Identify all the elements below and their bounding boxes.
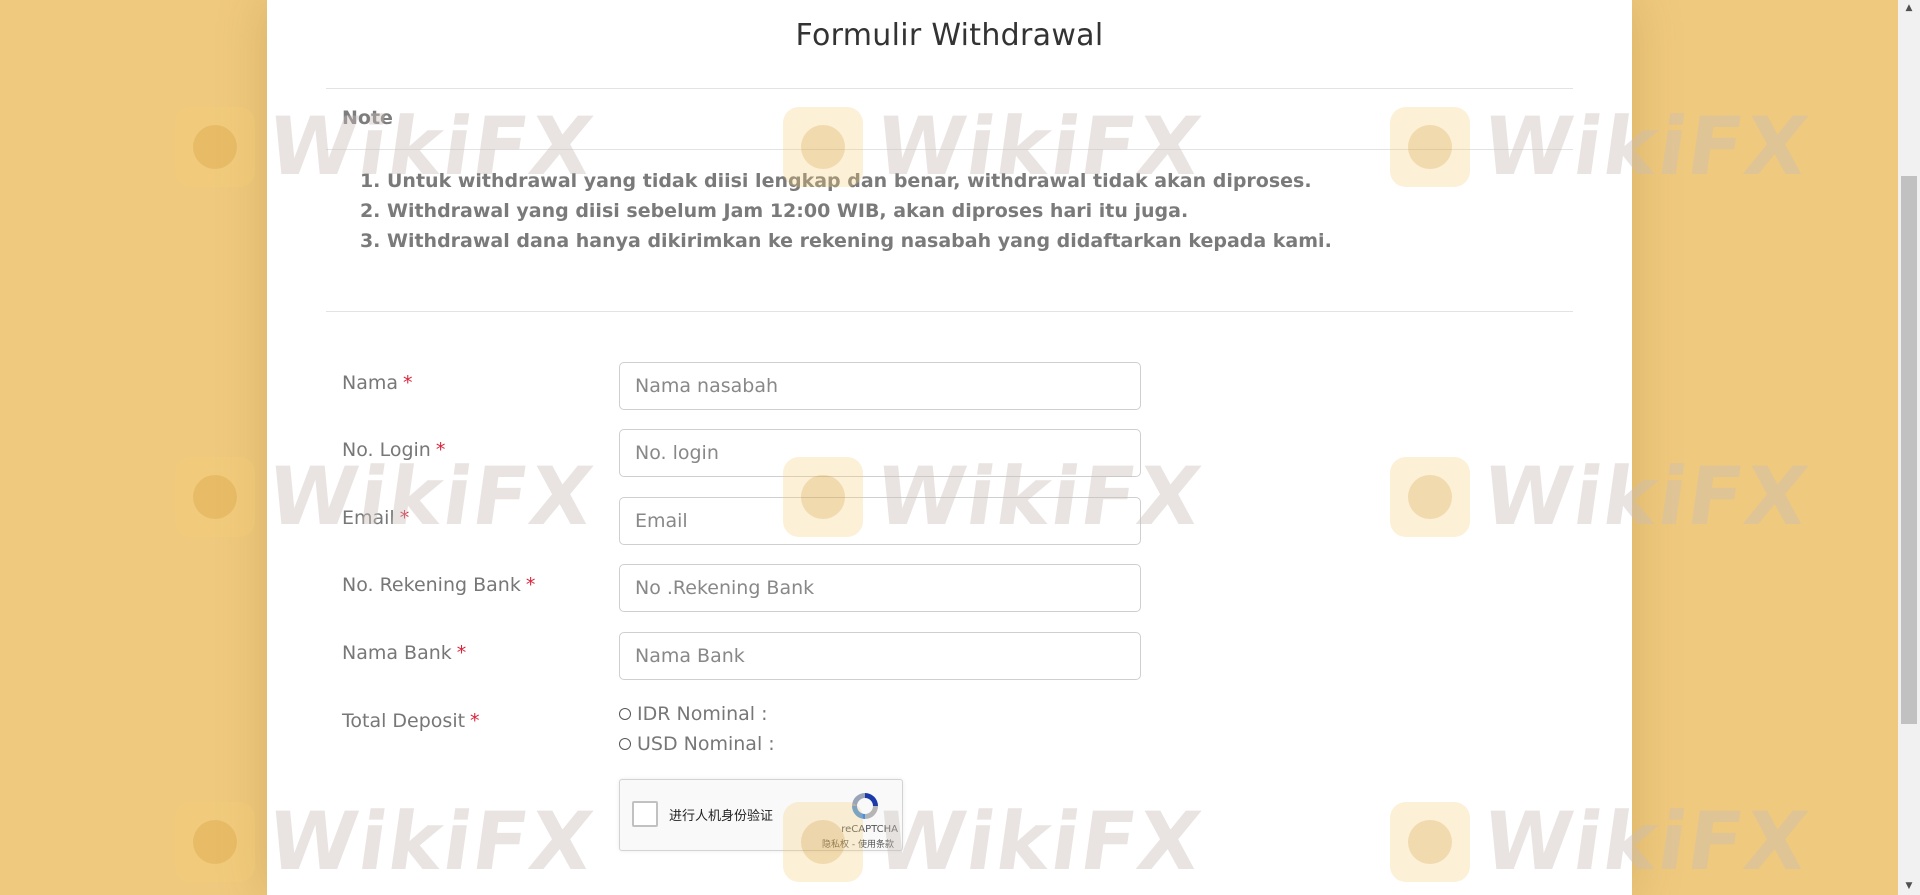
form-row-bank: Nama Bank * — [342, 632, 1242, 680]
radio-usd[interactable]: USD Nominal : — [619, 733, 775, 755]
required-mark: * — [456, 642, 467, 664]
form-row-deposit: Total Deposit * IDR Nominal : USD Nominal… — [342, 700, 1242, 760]
rekening-label: No. Rekening Bank * — [342, 574, 535, 596]
login-label-text: No. Login — [342, 439, 431, 461]
nama-input[interactable] — [619, 362, 1141, 410]
radio-idr[interactable]: IDR Nominal : — [619, 703, 768, 725]
divider — [326, 88, 1573, 89]
nama-label-text: Nama — [342, 372, 399, 394]
form-row-rekening: No. Rekening Bank * — [342, 564, 1242, 612]
vertical-scrollbar[interactable]: ▲ ▼ — [1898, 0, 1920, 895]
deposit-label: Total Deposit * — [342, 710, 480, 732]
deposit-label-text: Total Deposit — [342, 710, 466, 732]
divider — [326, 149, 1573, 150]
scroll-down-icon[interactable]: ▼ — [1898, 878, 1920, 895]
recaptcha-icon — [852, 793, 878, 819]
bank-input[interactable] — [619, 632, 1141, 680]
nama-label: Nama * — [342, 372, 413, 394]
recaptcha-checkbox[interactable] — [632, 801, 658, 827]
required-mark: * — [435, 439, 446, 461]
required-mark: * — [399, 507, 410, 529]
form-row-email: Email * — [342, 497, 1242, 545]
recaptcha-label: 进行人机身份验证 — [669, 809, 774, 824]
rekening-input[interactable] — [619, 564, 1141, 612]
note-list: Untuk withdrawal yang tidak diisi lengka… — [342, 166, 1332, 256]
page-title: Formulir Withdrawal — [795, 18, 1104, 53]
note-item: Withdrawal yang diisi sebelum Jam 12:00 … — [387, 196, 1332, 226]
recaptcha-links[interactable]: 隐私权 - 使用条款 — [822, 837, 894, 850]
login-label: No. Login * — [342, 439, 445, 461]
email-label-text: Email — [342, 507, 395, 529]
scroll-thumb[interactable] — [1901, 176, 1917, 724]
radio-usd-circle[interactable] — [619, 738, 631, 750]
note-item: Withdrawal dana hanya dikirimkan ke reke… — [387, 226, 1332, 256]
login-input[interactable] — [619, 429, 1141, 477]
email-label: Email * — [342, 507, 409, 529]
note-item: Untuk withdrawal yang tidak diisi lengka… — [387, 166, 1332, 196]
recaptcha-widget: 进行人机身份验证 reCAPTCHA 隐私权 - 使用条款 — [619, 779, 903, 851]
recaptcha-brand: reCAPTCHA — [841, 824, 898, 835]
scroll-up-icon[interactable]: ▲ — [1898, 0, 1920, 17]
email-input[interactable] — [619, 497, 1141, 545]
form-row-nama: Nama * — [342, 362, 1242, 410]
required-mark: * — [470, 710, 480, 732]
rekening-label-text: No. Rekening Bank — [342, 574, 521, 596]
note-title: Note — [342, 107, 393, 129]
radio-idr-label: IDR Nominal : — [637, 703, 768, 725]
radio-idr-circle[interactable] — [619, 708, 631, 720]
withdrawal-form-card: Formulir Withdrawal Note Untuk withdrawa… — [267, 0, 1632, 895]
radio-usd-label: USD Nominal : — [637, 733, 775, 755]
divider — [326, 311, 1573, 312]
bank-label: Nama Bank * — [342, 642, 466, 664]
bank-label-text: Nama Bank — [342, 642, 452, 664]
form-row-login: No. Login * — [342, 429, 1242, 477]
required-mark: * — [525, 574, 536, 596]
required-mark: * — [403, 372, 413, 394]
